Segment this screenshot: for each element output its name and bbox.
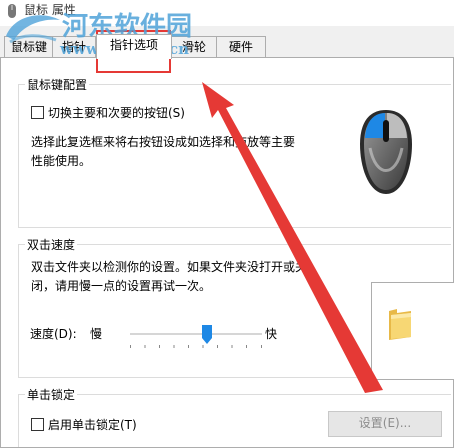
checkbox-box[interactable] [31,106,44,119]
swap-buttons-checkbox[interactable]: 切换主要和次要的按钮(S) [31,104,185,121]
button-config-description: 选择此复选框来将右按钮设成如选择和拖放等主要 性能使用。 [31,133,295,171]
slow-label: 慢 [90,327,103,341]
speed-slider-ticks [130,345,262,348]
click-lock-label: 启用单击锁定(T) [48,418,137,432]
folder-icon[interactable] [387,307,413,341]
watermark-logo-icon [6,15,60,44]
tab-hardware[interactable]: 硬件 [216,36,266,58]
swap-buttons-label: 切换主要和次要的按钮(S) [48,106,185,120]
double-click-description-line1: 双击文件夹以检测你的设置。如果文件夹没打开或关 [31,260,308,274]
tab-pointer-options[interactable]: 指针选项 [96,34,172,59]
click-lock-checkbox[interactable]: 启用单击锁定(T) [31,416,137,433]
fast-label: 快 [265,327,278,341]
mouse-illustration-icon [360,110,412,194]
click-lock-legend: 单击锁定 [27,388,76,402]
click-lock-settings-button[interactable]: 设置(E)... [328,411,442,437]
speed-slider-thumb[interactable] [201,325,212,344]
button-config-legend: 鼠标键配置 [27,78,88,92]
speed-label: 速度(D): [30,327,77,341]
double-click-legend: 双击速度 [27,238,76,252]
checkbox-box[interactable] [31,418,44,431]
double-click-description: 双击文件夹以检测你的设置。如果文件夹没打开或关 闭，请用慢一点的设置再试一次。 [31,258,307,296]
double-click-description-line2: 闭，请用慢一点的设置再试一次。 [31,279,212,293]
button-config-description-line2: 性能使用。 [31,154,92,168]
speed-slider-track[interactable] [130,333,262,335]
button-config-description-line1: 选择此复选框来将右按钮设成如选择和拖放等主要 [31,135,296,149]
